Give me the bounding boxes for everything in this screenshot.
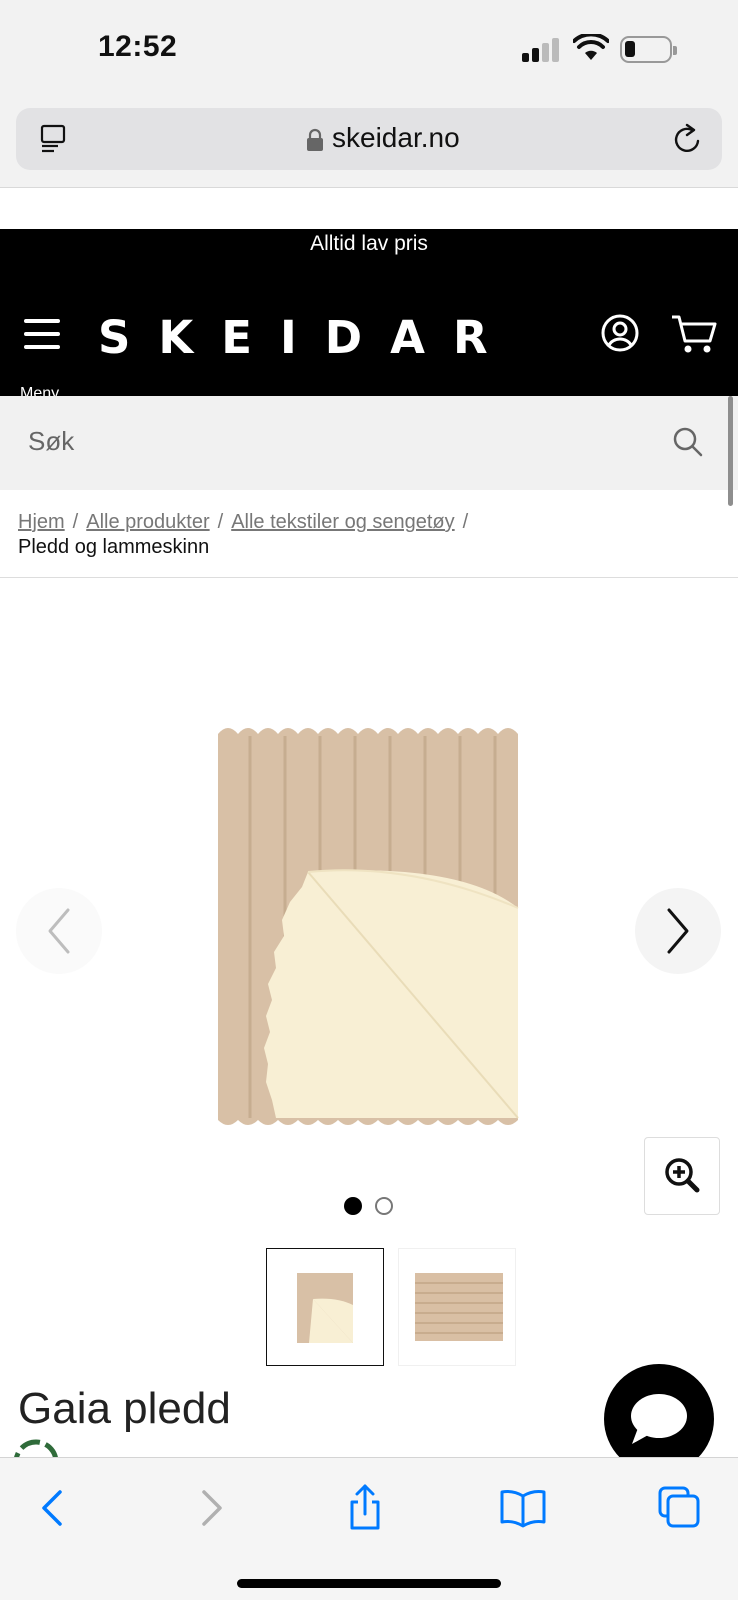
breadcrumb-link-all-products[interactable]: Alle produkter bbox=[86, 511, 209, 533]
browser-address-area: skeidar.no bbox=[0, 100, 738, 188]
reader-icon[interactable] bbox=[38, 124, 68, 154]
carousel-dot-1[interactable] bbox=[344, 1197, 362, 1215]
search-bar[interactable]: Søk bbox=[0, 396, 738, 490]
wifi-icon bbox=[573, 34, 609, 60]
menu-button[interactable]: Meny bbox=[20, 315, 68, 402]
tabs-icon[interactable] bbox=[654, 1482, 704, 1532]
thumbnail-2[interactable] bbox=[398, 1248, 516, 1366]
browser-toolbar bbox=[0, 1457, 738, 1600]
thumbnail-image bbox=[297, 1273, 353, 1343]
product-title: Gaia pledd bbox=[18, 1384, 231, 1433]
home-indicator[interactable] bbox=[237, 1579, 501, 1588]
scrollbar[interactable] bbox=[728, 396, 733, 506]
thumbnail-1[interactable] bbox=[266, 1248, 384, 1366]
search-input[interactable]: Søk bbox=[28, 426, 74, 457]
breadcrumb-current: Pledd og lammeskinn bbox=[18, 536, 210, 558]
zoom-in-icon bbox=[665, 1158, 700, 1193]
breadcrumb-separator: / bbox=[72, 511, 79, 533]
status-bar: 12:52 bbox=[0, 0, 738, 100]
chevron-left-icon bbox=[48, 908, 70, 954]
divider bbox=[0, 577, 738, 578]
forward-icon[interactable] bbox=[186, 1482, 236, 1532]
back-icon[interactable] bbox=[28, 1482, 78, 1532]
breadcrumb: Hjem / Alle produkter / Alle tekstiler og se… bbox=[18, 508, 718, 536]
share-icon[interactable] bbox=[340, 1482, 390, 1532]
user-icon[interactable] bbox=[600, 313, 640, 353]
cellular-signal-icon bbox=[522, 38, 562, 62]
reload-icon[interactable] bbox=[672, 122, 704, 156]
promo-banner: Alltid lav pris bbox=[0, 229, 738, 289]
site-logo[interactable]: SKEIDAR bbox=[98, 311, 516, 364]
product-image[interactable] bbox=[210, 722, 530, 1134]
chevron-right-icon bbox=[667, 908, 689, 954]
thumbnail-image bbox=[415, 1273, 503, 1341]
battery-icon bbox=[620, 36, 677, 63]
status-time: 12:52 bbox=[98, 30, 178, 63]
breadcrumb-link-textiles[interactable]: Alle tekstiler og sengetøy bbox=[231, 511, 454, 533]
page-top-spacer bbox=[0, 188, 738, 229]
lock-icon bbox=[307, 128, 323, 151]
breadcrumb-link-home[interactable]: Hjem bbox=[18, 511, 65, 533]
search-icon[interactable] bbox=[672, 426, 704, 458]
cart-icon[interactable] bbox=[670, 313, 718, 355]
carousel-dot-2[interactable] bbox=[375, 1197, 393, 1215]
next-image-button[interactable] bbox=[635, 888, 721, 974]
site-header: Meny SKEIDAR bbox=[0, 289, 738, 402]
breadcrumb-separator: / bbox=[462, 511, 469, 533]
address-bar[interactable]: skeidar.no bbox=[16, 108, 722, 170]
breadcrumb-separator: / bbox=[217, 511, 224, 533]
previous-image-button[interactable] bbox=[16, 888, 102, 974]
bookmarks-icon[interactable] bbox=[498, 1482, 548, 1532]
url-text[interactable]: skeidar.no bbox=[332, 122, 460, 154]
zoom-button[interactable] bbox=[644, 1137, 720, 1215]
